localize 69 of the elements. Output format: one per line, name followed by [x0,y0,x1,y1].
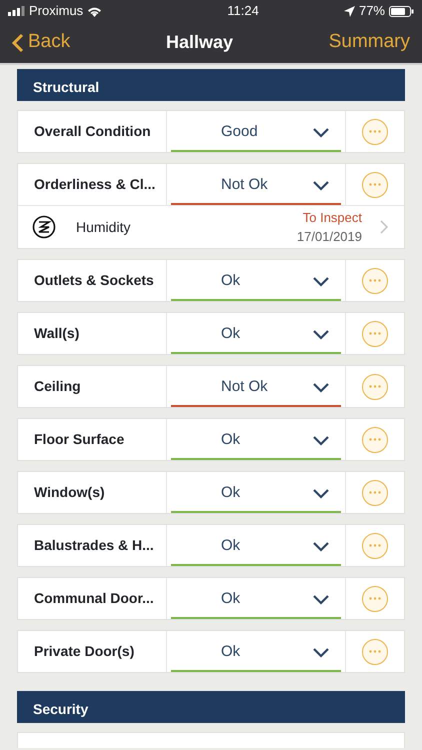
wifi-icon [87,6,102,16]
status-dropdown[interactable]: Ok [171,582,341,618]
chevron-down-icon [313,648,329,658]
more-icon [369,597,381,600]
more-button[interactable] [362,586,388,612]
more-button[interactable] [362,638,388,664]
status-dropdown[interactable]: Ok [171,424,341,460]
more-icon [369,130,381,133]
carrier-name: Proximus [29,2,84,20]
item-label: Balustrades & H... [33,536,155,555]
item-label: Private Door(s) [33,642,136,661]
status-dropdown[interactable]: Ok [171,530,341,566]
item-label: Ceiling [33,377,82,396]
more-icon [369,385,381,388]
status-dropdown[interactable]: Not Ok [171,168,341,204]
chevron-down-icon [313,382,329,392]
chevron-down-icon [313,128,329,138]
inspection-status: To Inspect [302,208,362,227]
status-dropdown[interactable]: Not Ok [171,370,341,406]
more-icon [369,332,381,335]
back-button[interactable]: Back [12,28,70,57]
more-icon [369,279,381,282]
summary-button[interactable]: Summary [328,28,410,57]
battery-icon [389,6,414,16]
clock-time: 11:24 [226,2,260,20]
more-icon [369,544,381,547]
status-dropdown[interactable]: Good [171,116,341,152]
chevron-left-icon [12,32,24,52]
more-button[interactable] [362,426,388,452]
screen-title: Hallway [166,31,233,54]
status-dropdown[interactable]: Ok [171,636,341,672]
more-button[interactable] [362,268,388,294]
signal-icon [8,6,25,16]
chevron-down-icon [313,542,329,552]
item-label: Orderliness & Cl... [33,175,156,194]
section-header: Security [17,691,405,723]
more-button[interactable] [362,118,388,144]
more-icon [369,438,381,441]
battery-percent: 77% [358,2,385,20]
sub-item-label: Humidity [76,218,132,237]
more-icon [369,491,381,494]
item-label: Window(s) [33,483,106,502]
chevron-down-icon [313,594,329,604]
more-button[interactable] [362,320,388,346]
item-label: Wall(s) [33,324,80,343]
more-button[interactable] [362,480,388,506]
item-label: Communal Door... [33,589,155,608]
status-dropdown[interactable]: Ok [171,476,341,512]
status-dropdown[interactable]: Ok [171,264,341,300]
section-header: Structural [17,69,405,101]
more-icon [369,183,381,186]
more-button[interactable] [362,172,388,198]
item-label: Overall Condition [33,122,152,141]
chevron-down-icon [313,436,329,446]
status-dropdown[interactable]: Ok [171,318,341,354]
humidity-icon [32,215,56,239]
location-arrow-icon [344,6,355,16]
chevron-down-icon [313,330,329,340]
inspection-date: 17/01/2019 [296,228,362,246]
item-label: Floor Surface [33,430,126,449]
chevron-down-icon [313,180,329,190]
chevron-right-icon [380,220,388,234]
sub-item-row[interactable]: Humidity To Inspect 17/01/2019 [18,205,404,248]
more-button[interactable] [362,532,388,558]
item-label: Outlets & Sockets [33,271,155,290]
more-button[interactable] [362,374,388,400]
more-icon [369,650,381,653]
chevron-down-icon [313,276,329,286]
chevron-down-icon [313,488,329,498]
